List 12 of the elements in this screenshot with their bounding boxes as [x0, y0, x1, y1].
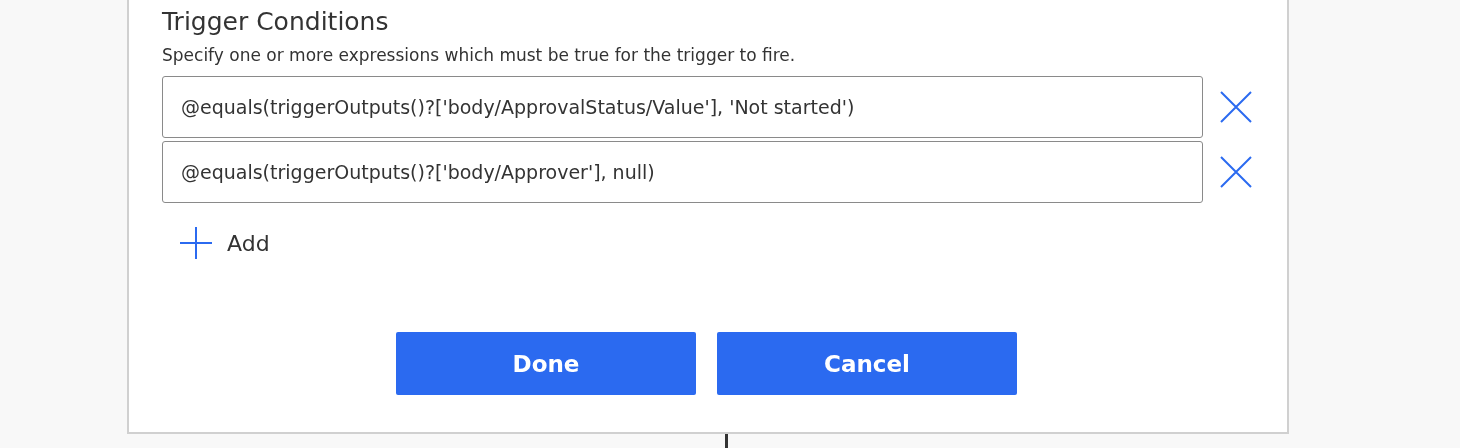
close-button[interactable]	[1219, 90, 1253, 124]
close-icon	[1219, 155, 1253, 189]
section-title: Trigger Conditions	[162, 6, 390, 38]
close-button[interactable]	[1219, 155, 1253, 189]
add-button[interactable]: Add	[179, 226, 270, 260]
close-icon	[1219, 90, 1253, 124]
condition-field[interactable]: @equals(triggerOutputs()?['body/Approver'], null)	[162, 141, 1203, 203]
action-button[interactable]: Done	[396, 332, 696, 395]
condition-field[interactable]: @equals(triggerOutputs()?['body/ApprovalStatus/Value'], 'Not started')	[162, 76, 1203, 138]
section-description: Specify one or more expressions which must be true for the trigger to fire.	[162, 44, 797, 67]
action-button[interactable]: Cancel	[717, 332, 1017, 395]
plus-icon	[179, 226, 213, 260]
